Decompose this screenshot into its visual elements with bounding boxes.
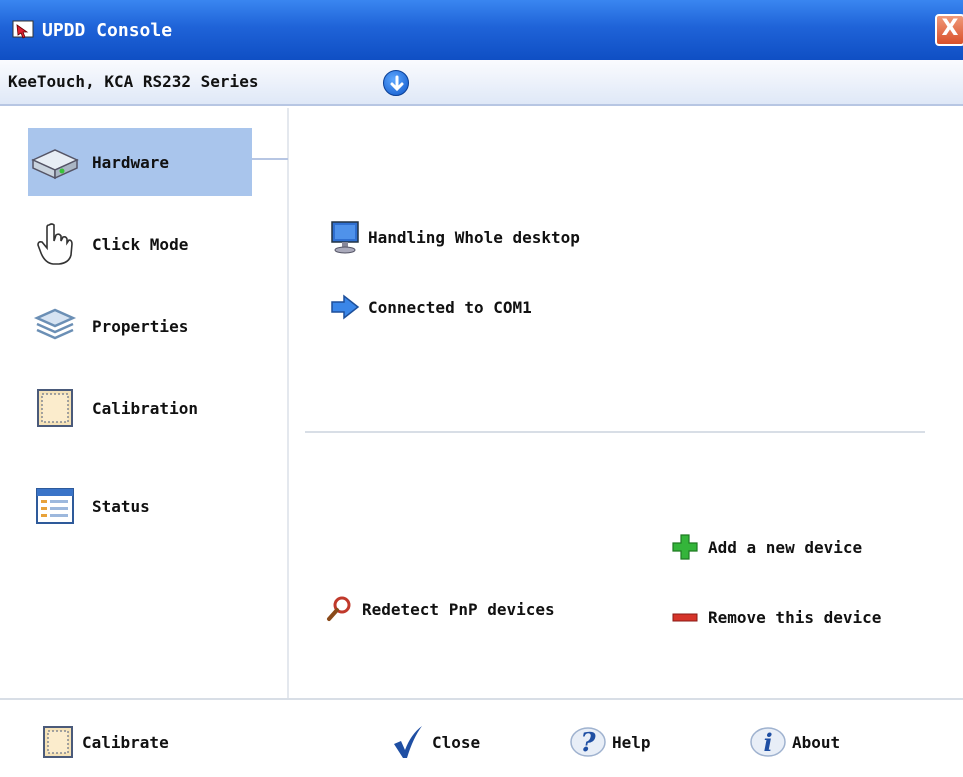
svg-text:i: i (763, 728, 772, 757)
app-icon (12, 20, 34, 39)
hand-pointer-icon (28, 219, 82, 269)
svg-text:?: ? (580, 728, 596, 758)
about-button[interactable]: i About (748, 722, 840, 762)
arrow-right-icon (328, 290, 362, 324)
close-icon: X (941, 16, 959, 41)
sidebar-item-properties[interactable]: Properties (28, 292, 252, 360)
close-button[interactable]: Close (388, 722, 480, 762)
sidebar-item-hardware[interactable]: Hardware (28, 128, 252, 196)
monitor-icon (328, 220, 362, 254)
window-title: UPDD Console (42, 20, 173, 41)
selection-connector (252, 158, 288, 160)
device-bar: KeeTouch, KCA RS232 Series (0, 60, 963, 106)
remove-device-button[interactable]: Remove this device (668, 600, 881, 634)
desktop-status-text: Handling Whole desktop (368, 227, 580, 247)
redetect-pnp-button[interactable]: Redetect PnP devices (322, 592, 555, 626)
title-bar: UPDD Console X (0, 0, 963, 60)
device-dropdown-button[interactable] (383, 70, 409, 96)
device-name: KeeTouch, KCA RS232 Series (8, 72, 259, 91)
help-button[interactable]: ? Help (568, 722, 651, 762)
sidebar-item-label: Status (92, 496, 150, 516)
sidebar-item-click-mode[interactable]: Click Mode (28, 210, 252, 278)
help-label: Help (612, 732, 651, 752)
help-icon: ? (568, 722, 608, 762)
calibration-icon (38, 722, 78, 762)
hard-drive-icon (28, 137, 82, 187)
plus-icon (668, 530, 702, 564)
add-device-button[interactable]: Add a new device (668, 530, 862, 564)
calibrate-button[interactable]: Calibrate (38, 722, 169, 762)
sidebar-item-label: Click Mode (92, 234, 189, 254)
add-device-label: Add a new device (708, 537, 863, 557)
sidebar-item-label: Properties (92, 316, 189, 336)
sidebar-item-status[interactable]: Status (28, 472, 252, 540)
sidebar: Hardware Click Mode Properties Calibrati… (0, 108, 289, 698)
content-divider (305, 431, 925, 433)
calibrate-label: Calibrate (82, 732, 169, 752)
sidebar-item-label: Hardware (92, 152, 170, 172)
connection-status-row: Connected to COM1 (328, 290, 532, 324)
sidebar-item-label: Calibration (92, 398, 198, 418)
close-window-button[interactable]: X (935, 14, 963, 46)
bottom-toolbar: Calibrate Close ? Help i About (0, 698, 963, 777)
close-label: Close (432, 732, 481, 752)
desktop-status-row: Handling Whole desktop (328, 220, 580, 254)
redetect-pnp-label: Redetect PnP devices (362, 599, 555, 619)
minus-icon (668, 600, 702, 634)
info-icon: i (748, 722, 788, 762)
layers-icon (28, 301, 82, 351)
remove-device-label: Remove this device (708, 607, 882, 627)
calibration-icon (28, 383, 82, 433)
sidebar-item-calibration[interactable]: Calibration (28, 374, 252, 442)
circle-arrow-down-icon (390, 75, 404, 92)
status-window-icon (28, 481, 82, 531)
about-label: About (792, 732, 841, 752)
magnifier-icon (322, 592, 356, 626)
checkmark-icon (388, 722, 428, 762)
connection-status-text: Connected to COM1 (368, 297, 532, 317)
